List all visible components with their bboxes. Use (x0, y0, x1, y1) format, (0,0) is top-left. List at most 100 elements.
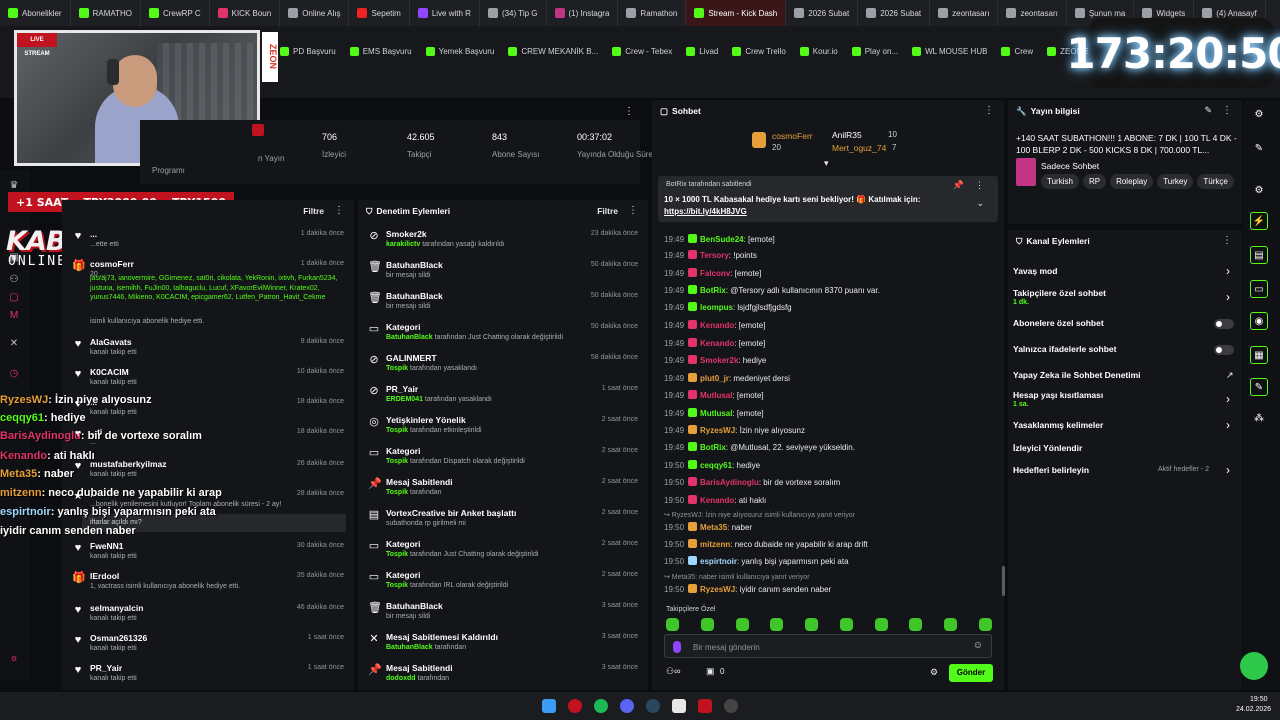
start-icon[interactable] (542, 699, 556, 713)
emote-icon[interactable] (909, 618, 923, 631)
category-name[interactable]: Sadece Sohbet (1041, 161, 1099, 171)
activity-user[interactable]: Osman261326 (90, 633, 147, 643)
chat-username[interactable]: Mutlusal (700, 391, 732, 400)
steam-icon[interactable] (646, 699, 660, 713)
toggle-switch[interactable] (1214, 345, 1234, 355)
spotify-icon[interactable] (594, 699, 608, 713)
send-button[interactable]: Gönder (949, 664, 993, 682)
emote-icon[interactable] (874, 618, 888, 631)
more-icon[interactable]: ⋮ (624, 106, 634, 117)
chat-settings-icon[interactable]: ⚙ (930, 667, 938, 678)
chevron-right-icon[interactable]: › (1226, 290, 1230, 304)
browser-tab[interactable]: Sepetim (349, 0, 410, 26)
bookmark[interactable]: PD Başvuru (280, 46, 336, 56)
activity-user[interactable]: K0CACIM (90, 367, 129, 377)
chat-username[interactable]: BotRix (700, 443, 726, 452)
activity-user[interactable]: ... (90, 229, 97, 239)
browser-tab[interactable]: zeontasarı (930, 0, 999, 26)
channel-action-row[interactable]: Yavaş mod (1013, 266, 1057, 276)
plugin-icon[interactable]: ⁂ (1250, 410, 1268, 428)
emote-icon[interactable] (805, 618, 819, 631)
fullscreen-icon[interactable]: ⚙ (1250, 106, 1268, 124)
channel-action-row[interactable]: Hesap yaşı kısıtlaması 1 sa. (1013, 390, 1103, 408)
stream-info-more-icon[interactable]: ⋮ (1222, 105, 1232, 116)
document-icon[interactable]: ▤ (1250, 246, 1268, 264)
activity-user[interactable]: cosmoFerr (90, 259, 134, 269)
lightning-icon[interactable]: ⚡ (1250, 212, 1268, 230)
chat-username[interactable]: Mutlusal (700, 409, 732, 418)
chat-username[interactable]: RyzesWJ (700, 426, 735, 435)
activity-user[interactable]: AlaGavats (90, 337, 132, 347)
emote-icon[interactable] (770, 618, 784, 631)
activity-user[interactable]: PR_Yair (90, 663, 122, 673)
broadcast-icon[interactable]: ◉ (1250, 312, 1268, 330)
channel-action-row[interactable]: Yalnızca ifadelerle sohbet (1013, 344, 1116, 354)
moderator-name[interactable]: Tospik (386, 365, 408, 372)
chat-input[interactable]: Bir mesaj gönderin ☺ (664, 634, 992, 658)
activity-filter-button[interactable]: Filtre (303, 206, 324, 216)
stream-tag[interactable]: RP (1082, 174, 1107, 189)
chat-scrollbar[interactable] (1002, 566, 1005, 596)
message-icon[interactable]: ▭ (1250, 280, 1268, 298)
stream-tag[interactable]: Turkey (1157, 174, 1194, 189)
emote-icon[interactable] (700, 618, 714, 631)
chat-username[interactable]: ceqqy61 (700, 461, 732, 470)
chat-username[interactable]: Kenando (700, 321, 734, 330)
moderator-name[interactable]: Tospik (386, 551, 408, 558)
pin-icon[interactable]: 📌 (953, 180, 964, 191)
activity-user[interactable]: FweNN1 (90, 541, 124, 551)
stream-tag[interactable]: Turkish (1041, 174, 1079, 189)
chat-username[interactable]: BotRix (700, 286, 726, 295)
settings-icon[interactable]: ⚙ (1250, 182, 1268, 200)
gifter-2-name[interactable]: AnilR35 (832, 130, 862, 140)
emote-icon[interactable] (735, 618, 749, 631)
users-icon[interactable]: ⚇ (8, 274, 20, 286)
moderator-name[interactable]: Tospik (386, 458, 408, 465)
activity-user[interactable]: mustafaberkyilmaz (90, 459, 167, 469)
browser-tab[interactable]: zeontasarı (998, 0, 1067, 26)
channel-action-row[interactable]: Yasaklanmış kelimeler (1013, 420, 1103, 430)
trophy-icon[interactable]: ♛ (8, 180, 20, 192)
gifter-3-name[interactable]: Mert_oguz_74 (832, 143, 886, 153)
chat-username[interactable]: RyzesWJ (700, 585, 735, 594)
bookmark[interactable]: Livad (686, 46, 718, 56)
clock-icon[interactable]: ◷ (8, 368, 20, 380)
activity-user[interactable]: lErdool (90, 571, 119, 581)
pencil-icon[interactable]: ✎ (1250, 140, 1268, 158)
moderation-more-icon[interactable]: ⋮ (628, 205, 638, 216)
chat-username[interactable]: espirtnoir (700, 557, 737, 566)
chat-username[interactable]: Falconv (700, 269, 730, 278)
chat-username[interactable]: Tersory (700, 251, 729, 260)
bookmark[interactable]: Crew Trello (732, 46, 786, 56)
browser-tab[interactable]: Live with R (410, 0, 480, 26)
browser-tab[interactable]: Ramathon (618, 0, 687, 26)
gift-icon[interactable]: ▣ (706, 666, 715, 677)
channel-action-row[interactable]: Hedefleri belirleyin (1013, 465, 1089, 475)
bookmark[interactable]: EMS Başvuru (349, 46, 412, 56)
points-icon[interactable]: ⚇∞ (666, 666, 680, 677)
emote-icon[interactable] (839, 618, 853, 631)
edit-icon[interactable]: ✎ (1204, 105, 1212, 116)
browser-tab[interactable]: CrewRP C (141, 0, 210, 26)
browser-tab[interactable]: (34) Tip G (480, 0, 547, 26)
x-icon[interactable]: ✕ (8, 338, 20, 350)
moderator-name[interactable]: Tospik (386, 582, 408, 589)
chevron-right-icon[interactable]: › (1226, 418, 1230, 432)
chat-username[interactable]: BenSude24 (700, 235, 744, 244)
browser-tab[interactable]: KICK Boun (210, 0, 281, 26)
chat-username[interactable]: Kenando (700, 339, 734, 348)
opera-icon[interactable] (568, 699, 582, 713)
collapse-icon[interactable]: ▾ (824, 158, 829, 169)
chevron-right-icon[interactable]: › (1226, 463, 1230, 477)
browser-tab[interactable]: Stream - Kick Dash (686, 0, 787, 26)
bookmark[interactable]: WL MOUSE HUB (912, 46, 987, 56)
emoji-icon[interactable]: ☺ (973, 640, 983, 651)
moderator-name[interactable]: dodoxdd (386, 675, 416, 682)
external-link-icon[interactable]: ↗ (1226, 370, 1234, 381)
chat-icon[interactable]: ▢ (8, 292, 20, 304)
gmail-icon[interactable]: M (8, 310, 20, 322)
chat-username[interactable]: mitzenn (700, 540, 730, 549)
help-chat-button[interactable] (1240, 652, 1268, 680)
discord-icon[interactable] (620, 699, 634, 713)
browser-tab[interactable]: (1) Instagra (547, 0, 619, 26)
